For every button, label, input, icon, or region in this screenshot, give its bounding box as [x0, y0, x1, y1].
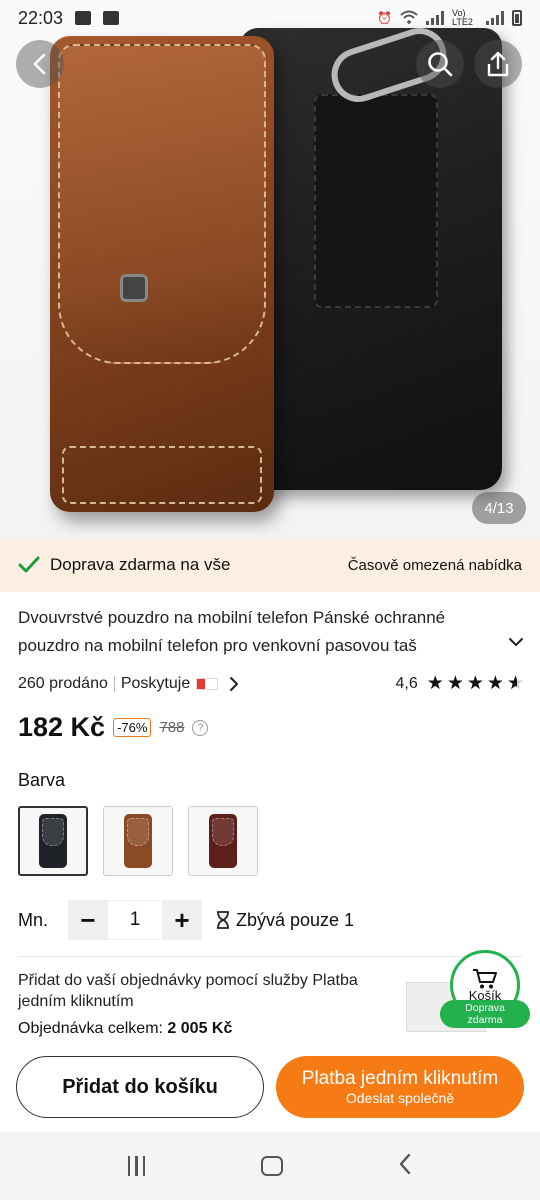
cart-icon: [473, 968, 497, 988]
gallery-notification-icon: [75, 11, 92, 25]
black-pouch-thumbnail: [39, 814, 67, 868]
product-image-gallery[interactable]: 4/13: [0, 0, 540, 538]
search-button[interactable]: [416, 40, 464, 88]
current-price: 182 Kč: [18, 712, 106, 742]
shipping-banner: Doprava zdarma na vše Časově omezená nab…: [0, 538, 540, 592]
system-navigation-bar: [0, 1132, 540, 1200]
decrease-quantity-button[interactable]: −: [68, 900, 108, 940]
pouch-flap: [58, 44, 266, 364]
quantity-stepper: − 1 +: [68, 900, 202, 940]
system-back-button[interactable]: [398, 1153, 412, 1180]
color-label: Barva: [18, 770, 66, 790]
search-icon: [428, 52, 453, 77]
limited-offer-label: Časově omezená nabídka: [347, 556, 522, 574]
one-click-pay-label: Platba jedním kliknutím: [301, 1068, 499, 1089]
chevron-left-icon: [400, 1153, 411, 1174]
back-button[interactable]: [16, 40, 64, 88]
wifi-icon: [400, 10, 418, 27]
color-swatches: [18, 806, 258, 876]
cart-free-line-1: Doprava: [465, 1002, 505, 1014]
chevron-down-icon: [509, 638, 523, 646]
divider: [18, 956, 522, 957]
quantity-label: Mn.: [18, 909, 49, 930]
battery-icon: [512, 10, 522, 26]
chevron-left-icon: [33, 53, 46, 75]
quantity-value[interactable]: 1: [108, 900, 162, 940]
home-button[interactable]: [260, 1156, 283, 1176]
wine-pouch-thumbnail: [209, 814, 237, 868]
one-click-description: Přidat do vaší objednávky pomocí služby …: [18, 972, 358, 1010]
chevron-right-icon: [230, 676, 239, 691]
rating-value: 4,6: [395, 674, 418, 692]
belt-loop: [314, 94, 438, 308]
network-label: Vo) LTE2: [452, 8, 473, 27]
store-link[interactable]: Poskytuje: [121, 675, 240, 693]
one-click-pay-button[interactable]: Platba jedním kliknutím Odeslat společně: [276, 1056, 524, 1118]
check-notification-icon: [103, 11, 120, 25]
rating[interactable]: 4,6 ★ ★ ★ ★ ★ ★: [396, 674, 524, 693]
provider-label: Poskytuje: [120, 674, 191, 692]
product-title: Dvouvrstvé pouzdro na mobilní telefon Pá…: [18, 608, 446, 655]
brown-pouch-image: [50, 36, 274, 512]
pouch-clasp: [120, 274, 148, 302]
add-to-cart-button[interactable]: Přidat do košíku: [16, 1056, 264, 1118]
stock-info: Zbývá pouze 1: [216, 910, 354, 931]
star-icon: ★: [426, 673, 444, 694]
quantity-row: Mn. − 1 + Zbývá pouze 1: [18, 900, 354, 940]
expand-title-button[interactable]: [508, 634, 524, 652]
ship-together-label: Odeslat společně: [345, 1090, 455, 1106]
price-row: 182 Kč -76% 788 ?: [18, 712, 209, 743]
hourglass-icon: [217, 911, 229, 929]
star-icon: ★: [466, 673, 484, 694]
sold-count: 260 prodáno: [18, 674, 108, 692]
star-icon: ★: [446, 673, 464, 694]
image-counter: 4/13: [472, 492, 526, 524]
store-logo-icon: [196, 677, 219, 690]
cart-free-shipping-badge: Doprava zdarma: [440, 1000, 530, 1028]
brown-pouch-thumbnail: [124, 814, 152, 868]
status-bar: 22:03 ⏰ Vo) LTE2: [0, 0, 540, 36]
cart-free-line-2: zdarma: [467, 1014, 503, 1026]
share-icon: [487, 51, 509, 77]
color-swatch-brown[interactable]: [103, 806, 173, 876]
recent-apps-button[interactable]: [127, 1156, 146, 1176]
signal-2-icon: [486, 11, 504, 25]
increase-quantity-button[interactable]: +: [162, 900, 202, 940]
color-swatch-black[interactable]: [18, 806, 88, 876]
stock-text: Zbývá pouze 1: [236, 909, 355, 930]
pouch-pocket: [62, 446, 262, 504]
check-icon: [18, 556, 40, 573]
alarm-icon: ⏰: [377, 11, 392, 25]
order-total-label: Objednávka celkem:: [18, 1020, 163, 1037]
product-meta-row: 260 prodáno Poskytuje 4,6 ★ ★ ★ ★ ★ ★: [18, 674, 524, 693]
free-shipping-label: Doprava zdarma na vše: [50, 555, 231, 574]
star-partial-icon: ★ ★: [506, 673, 524, 694]
discount-badge: -76%: [113, 718, 152, 737]
separator: [113, 675, 115, 692]
order-total: Objednávka celkem: 2 005 Kč: [18, 1020, 232, 1038]
signal-icon: [426, 11, 444, 25]
price-info-icon[interactable]: ?: [192, 719, 209, 736]
color-swatch-wine[interactable]: [188, 806, 258, 876]
order-total-value: 2 005 Kč: [167, 1020, 233, 1037]
share-button[interactable]: [474, 40, 522, 88]
star-icon: ★: [486, 673, 504, 694]
status-time: 22:03: [18, 7, 64, 28]
original-price: 788: [159, 719, 185, 736]
